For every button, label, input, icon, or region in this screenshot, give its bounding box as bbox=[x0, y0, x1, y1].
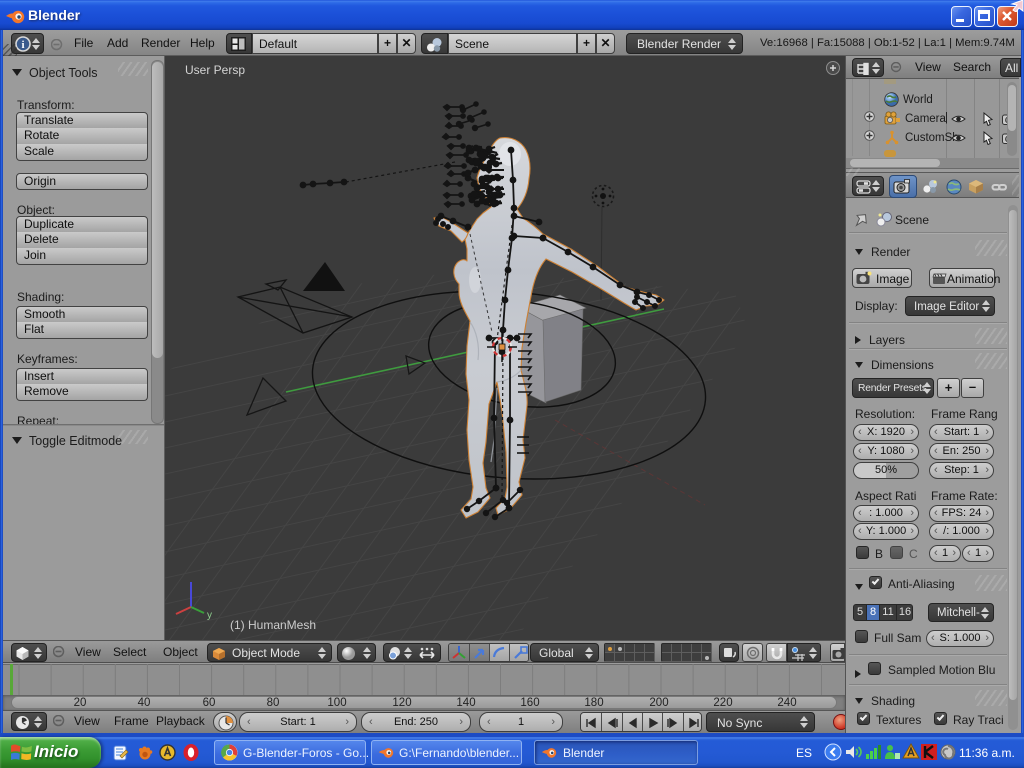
svg-text:User Persp: User Persp bbox=[185, 63, 245, 77]
svg-text:y: y bbox=[207, 610, 212, 621]
svg-text:i: i bbox=[21, 39, 24, 51]
svg-text:(1) HumanMesh: (1) HumanMesh bbox=[230, 618, 316, 632]
